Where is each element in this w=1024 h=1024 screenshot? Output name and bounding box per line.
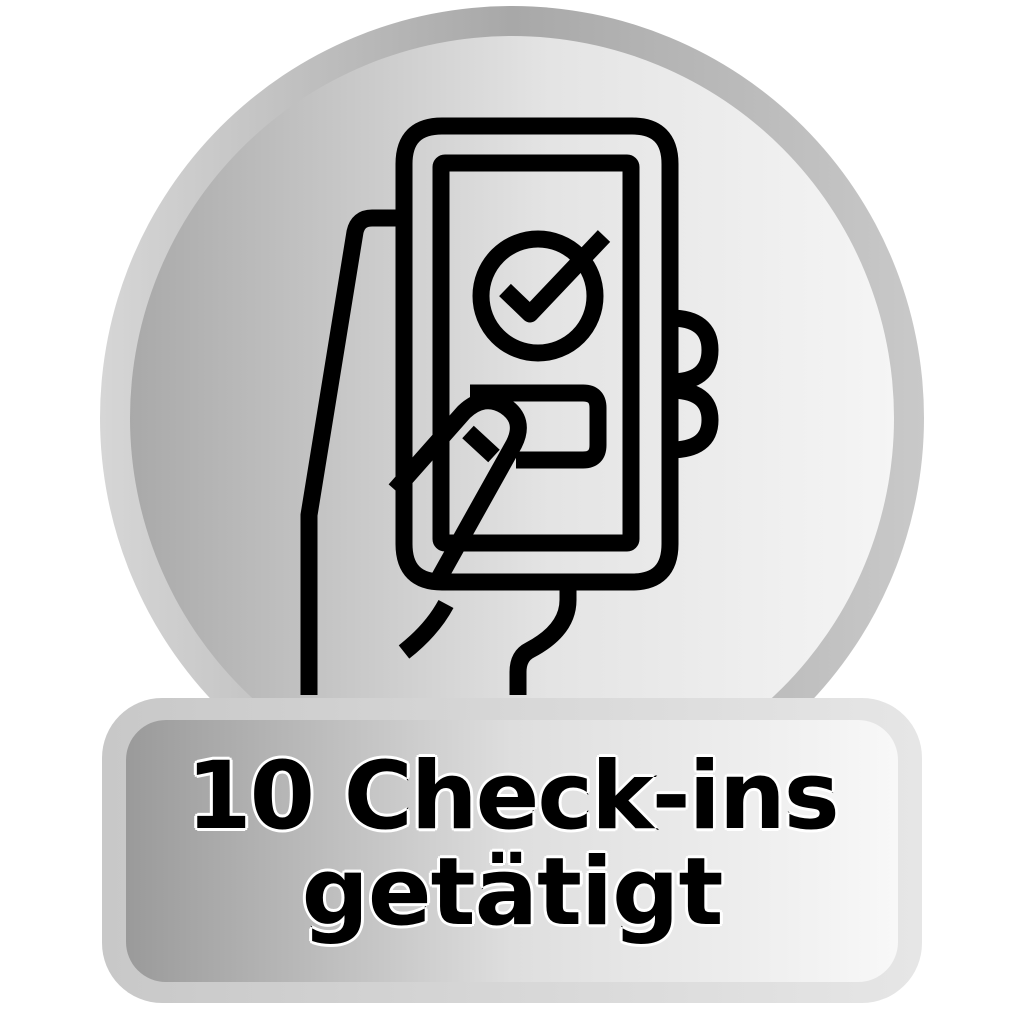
achievement-badge: 10 Check-ins getätigt	[0, 0, 1024, 1024]
badge-label-line-2: getätigt	[300, 838, 725, 947]
badge-label: 10 Check-ins getätigt	[130, 725, 894, 965]
badge-label-line-1: 10 Check-ins	[185, 742, 842, 852]
